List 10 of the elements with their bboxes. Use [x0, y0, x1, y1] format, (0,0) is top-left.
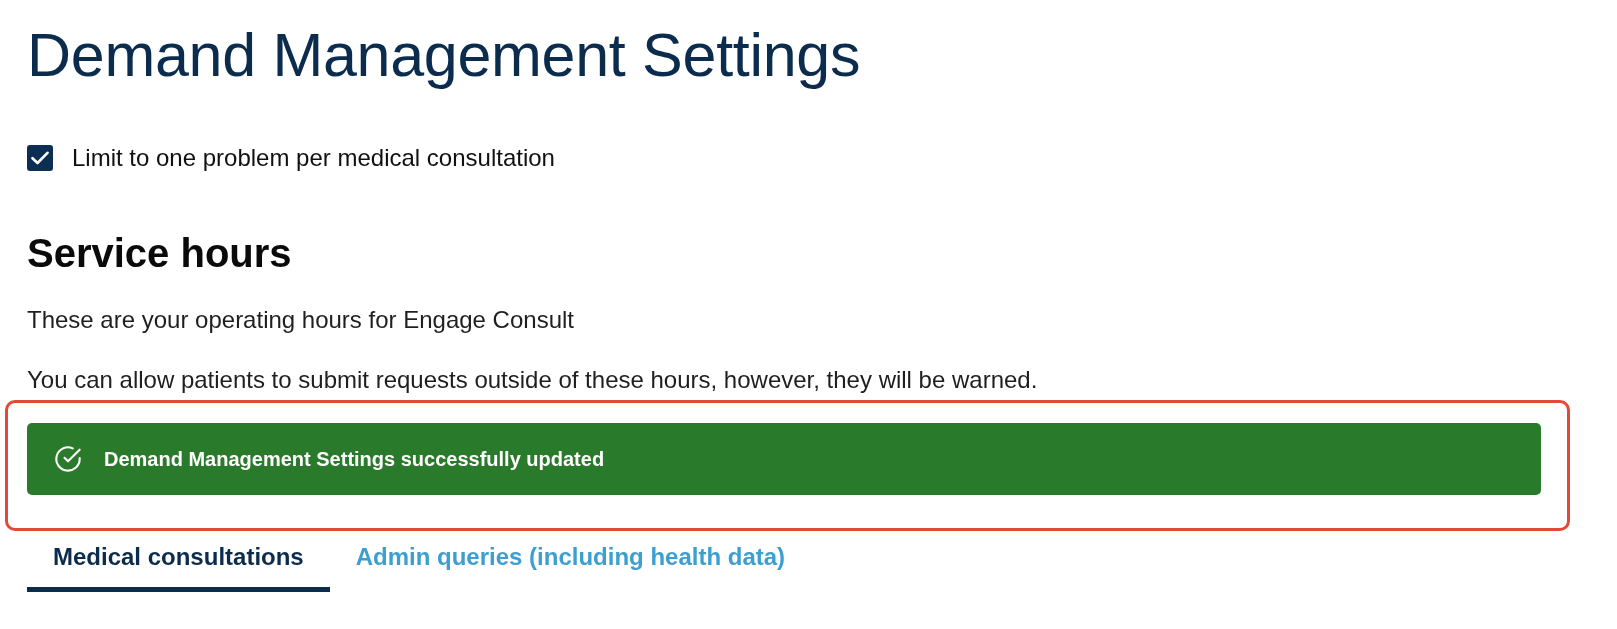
section-heading: Service hours	[27, 230, 293, 277]
banner-message: Demand Management Settings successfully updated	[104, 447, 605, 471]
tab[interactable]: Medical consultations	[27, 531, 330, 592]
checkmark-icon	[31, 151, 49, 165]
description-text: You can allow patients to submit requests outside of these hours, however, they will be warned.	[27, 366, 1039, 394]
checkbox-label[interactable]: Limit to one problem per medical consultation	[72, 144, 555, 172]
description-text: These are your operating hours for Engage Consult	[27, 306, 575, 334]
page-title: Demand Management Settings	[27, 20, 862, 90]
check-circle-icon	[54, 445, 82, 473]
checkbox[interactable]	[27, 145, 53, 171]
